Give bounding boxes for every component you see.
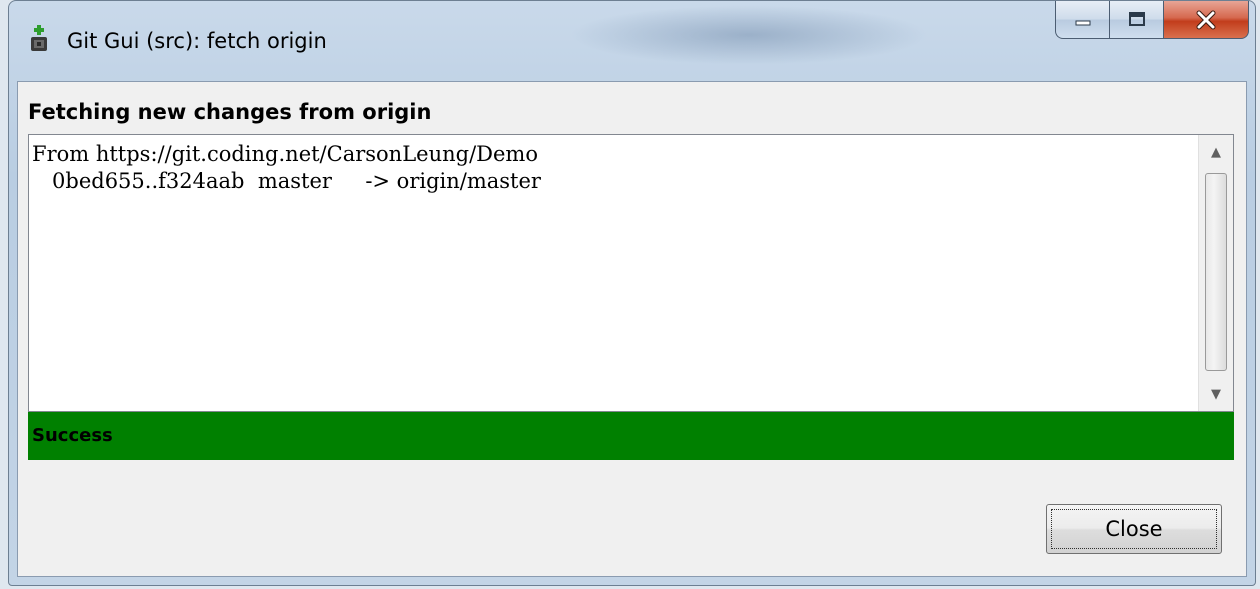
close-window-button[interactable] bbox=[1163, 1, 1249, 39]
caption-buttons bbox=[1055, 1, 1249, 41]
fetch-output-textbox[interactable]: From https://git.coding.net/CarsonLeung/… bbox=[28, 134, 1234, 412]
output-text: From https://git.coding.net/CarsonLeung/… bbox=[32, 141, 541, 195]
scroll-down-arrow-icon[interactable]: ▼ bbox=[1199, 377, 1233, 411]
output-line: From https://git.coding.net/CarsonLeung/… bbox=[32, 142, 538, 166]
close-button[interactable]: Close bbox=[1046, 504, 1222, 554]
minimize-button[interactable] bbox=[1055, 1, 1109, 39]
maximize-button[interactable] bbox=[1109, 1, 1163, 39]
output-line: 0bed655..f324aab master -> origin/master bbox=[32, 169, 541, 193]
vertical-scrollbar[interactable]: ▲ ▼ bbox=[1198, 135, 1233, 411]
close-icon bbox=[1196, 10, 1216, 29]
dialog-heading: Fetching new changes from origin bbox=[28, 100, 432, 124]
scroll-thumb[interactable] bbox=[1205, 173, 1227, 371]
git-gui-app-icon[interactable] bbox=[29, 25, 49, 53]
window-title: Git Gui (src): fetch origin bbox=[67, 29, 327, 53]
status-bar: Success bbox=[28, 412, 1234, 460]
scroll-up-arrow-icon[interactable]: ▲ bbox=[1199, 135, 1233, 169]
title-bar[interactable]: Git Gui (src): fetch origin bbox=[9, 1, 1255, 81]
minimize-icon bbox=[1075, 20, 1090, 25]
status-text: Success bbox=[32, 425, 113, 446]
maximize-icon bbox=[1128, 11, 1145, 26]
title-bar-glass bbox=[569, 5, 929, 65]
